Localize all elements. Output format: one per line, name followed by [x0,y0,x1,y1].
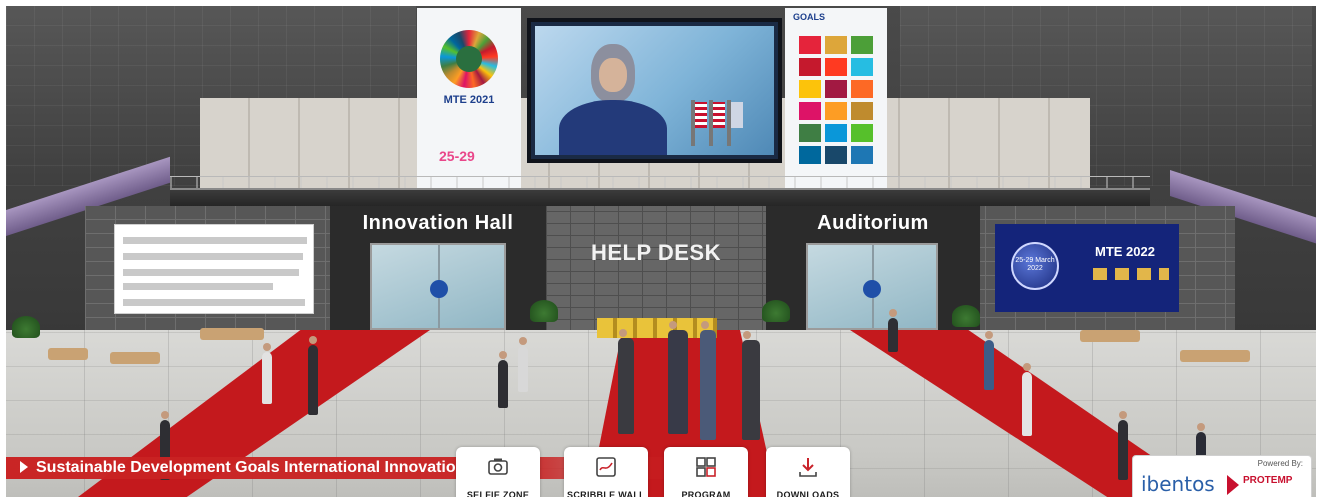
sdg-grid [799,36,875,164]
selfie-icon [488,458,508,475]
play-caret-icon [20,461,28,473]
auditorium-hotspot[interactable] [863,280,881,298]
video-frame [535,26,774,155]
help-desk-wall [546,206,766,332]
sdg-tile [799,102,821,120]
protemp-logo[interactable]: PROTEMP [1227,473,1307,497]
sdg-tile [851,58,873,76]
sdg-tile [851,80,873,98]
sponsor-logo-row [123,253,303,260]
downloads-label: DOWNLOADS [776,490,840,500]
lounge-sofa [110,352,160,364]
sdg-tile [851,124,873,142]
mte2022-dates: 25-29 March 2022 [1015,257,1055,272]
lounge-sofa [200,328,264,340]
mte2022-logos [1093,268,1169,280]
mte-banner-dates: 25-29 [439,148,475,164]
sdg-tile [799,124,821,142]
lounge-sofa [1080,330,1140,342]
ibentos-logo[interactable]: ibentos [1141,472,1215,496]
sdg-tile [799,146,821,164]
sdg-tile [825,80,847,98]
award-banner-label: Sustainable Development Goals Internatio… [36,459,518,476]
powered-by-label: Powered By: [1257,459,1303,468]
mte2022-board[interactable]: 25-29 March 2022 MTE 2022 [995,224,1179,312]
downloads-button[interactable]: DOWNLOADS [766,447,850,503]
mte-banner-title: MTE 2021 [443,94,495,106]
sdg-banner: GOALS [785,8,887,188]
program-label: PROGRAM [681,490,731,500]
mte-banner: MTE 2021 25-29 [417,8,521,188]
balcony [170,188,1150,206]
help-desk-counter[interactable] [597,318,717,338]
sponsor-logo-row [123,237,307,244]
scribble-wall-label: SCRIBBLE WALL [567,490,645,500]
scribble-icon [596,457,616,477]
sponsor-logo-row [123,269,299,276]
queue-visitors [668,321,688,434]
protemp-name: PROTEMP [1243,475,1293,486]
balcony-railing [170,176,1150,188]
sdg-tile [825,146,847,164]
plant [762,300,790,322]
visitor [1022,363,1032,436]
plant [530,300,558,322]
selfie-zone-label: SELFIE ZONE [466,490,530,500]
visitor [518,337,528,392]
visitor [262,343,272,404]
download-icon [799,458,817,477]
sdg-tile [825,102,847,120]
sdg-tile [799,58,821,76]
visitor [308,336,318,415]
innovation-hall-label: Innovation Hall [362,212,514,234]
sdg-banner-header: GOALS [793,12,826,22]
innovation-hall-hotspot[interactable] [430,280,448,298]
speaker-figure [559,44,667,155]
scribble-wall-button[interactable]: SCRIBBLE WALL [564,447,648,503]
plant [12,316,40,338]
main-video-screen[interactable] [527,18,782,163]
mte-logo [440,30,498,88]
sponsor-logo-row [123,299,305,306]
sdg-tile [825,36,847,54]
sdg-tile [825,58,847,76]
sdg-tile [851,36,873,54]
visitor [888,309,898,352]
help-desk-label: HELP DESK [590,240,721,265]
lounge-sofa [1180,350,1250,362]
sponsor-board[interactable] [114,224,314,314]
program-button[interactable]: PROGRAM [664,447,748,503]
program-icon [696,457,716,477]
sdg-tile [825,124,847,142]
queue-visitors [700,321,716,440]
powered-by-box: Powered By: ibentos PROTEMP [1132,455,1312,501]
flags [685,96,745,146]
mte2022-title: MTE 2022 [1095,244,1155,259]
sdg-tile [799,36,821,54]
visitor [498,351,508,408]
sponsor-logo-row [123,283,273,290]
lounge-sofa [48,348,88,360]
queue-visitors [618,329,634,434]
virtual-lobby: MTE 2021 25-29 GOALS Innovation Hall Aud… [0,0,1322,503]
plant [952,305,980,327]
visitor [1118,411,1128,480]
auditorium-label: Auditorium [817,212,929,234]
selfie-zone-button[interactable]: SELFIE ZONE [456,447,540,503]
queue-visitors [742,331,760,440]
sdg-tile [799,80,821,98]
protemp-mark-icon [1227,475,1239,495]
visitor [984,331,994,390]
sdg-tile [851,102,873,120]
sdg-tile [851,146,873,164]
